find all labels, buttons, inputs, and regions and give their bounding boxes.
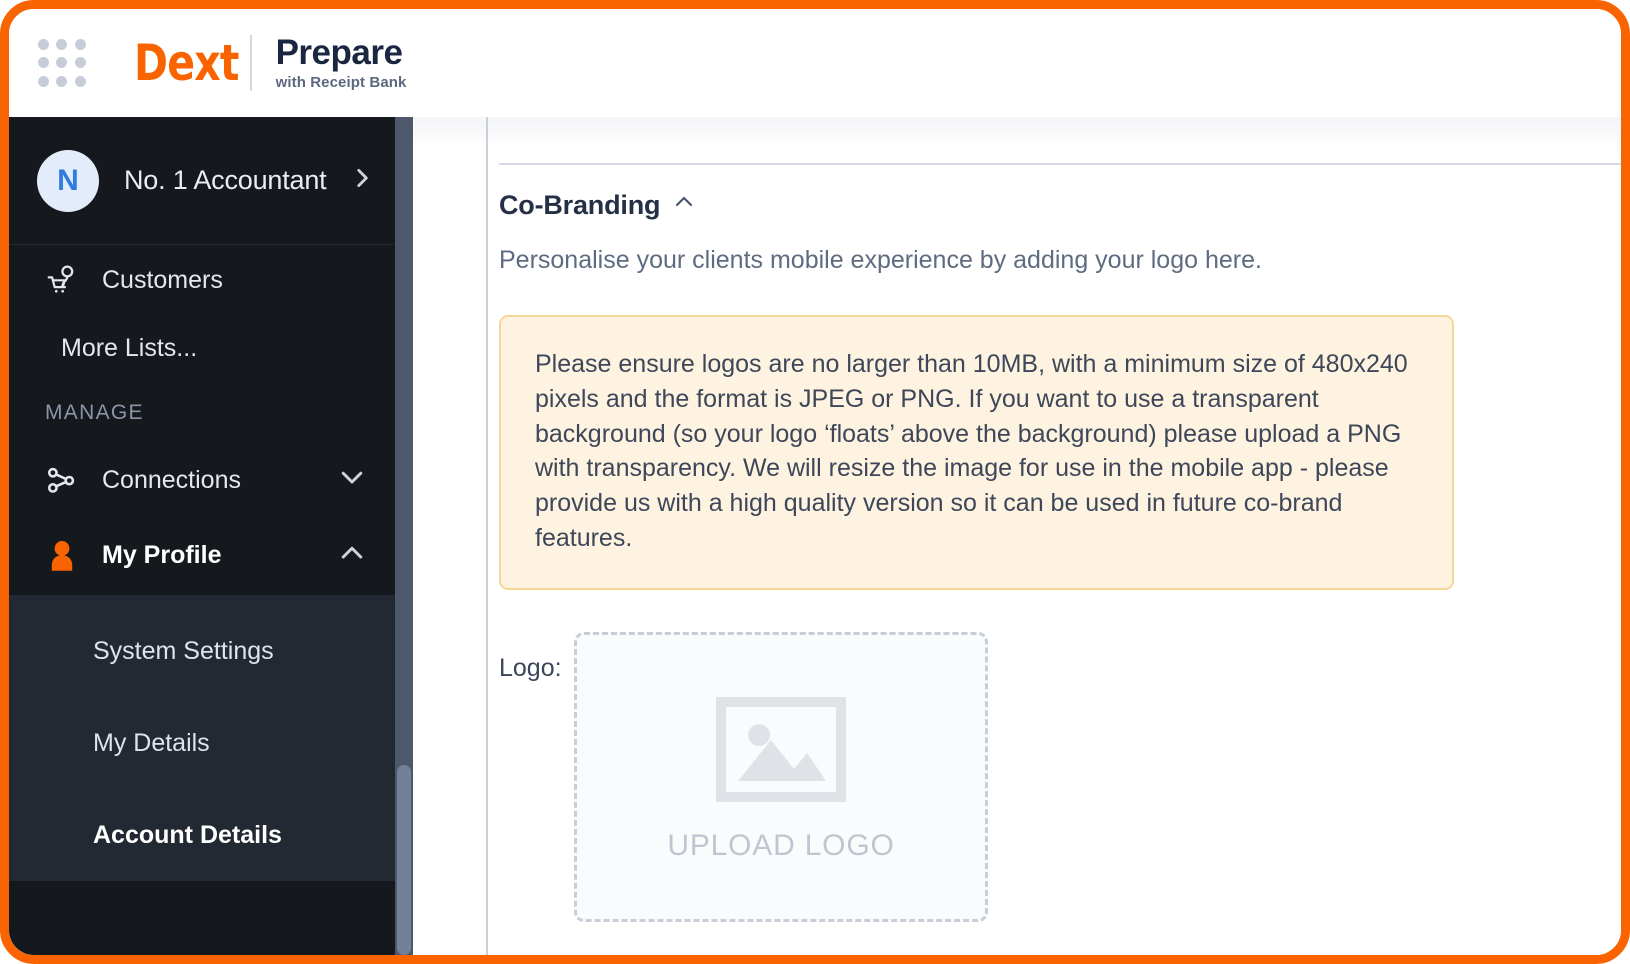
sidebar-item-my-details[interactable]: My Details bbox=[9, 697, 413, 789]
content-top-shadow-strip bbox=[413, 117, 1621, 147]
brand-logo[interactable]: Dext Prepare with Receipt Bank bbox=[134, 33, 407, 92]
sidebar-navigation: N No. 1 Accountant Customers More Lists.… bbox=[9, 117, 413, 955]
grid-dot bbox=[74, 75, 86, 87]
logo-field-label: Logo: bbox=[499, 653, 562, 682]
profile-person-icon bbox=[45, 538, 85, 572]
sidebar-submenu-my-profile: System Settings My Details Account Detai… bbox=[9, 595, 413, 881]
connections-share-icon bbox=[45, 463, 85, 497]
app-window-frame: Dext Prepare with Receipt Bank N No. 1 A… bbox=[0, 0, 1630, 964]
sidebar-item-label: Customers bbox=[102, 265, 223, 294]
top-header-bar: Dext Prepare with Receipt Bank bbox=[9, 9, 1621, 117]
grid-dot bbox=[74, 39, 86, 50]
image-placeholder-icon bbox=[714, 694, 848, 807]
page-title: Co-Branding bbox=[499, 190, 661, 220]
sidebar-item-more-lists[interactable]: More Lists... bbox=[9, 315, 413, 381]
logo-requirements-notice: Please ensure logos are no larger than 1… bbox=[499, 315, 1454, 590]
sidebar-item-customers[interactable]: Customers bbox=[9, 245, 413, 315]
sidebar-section-heading-manage: MANAGE bbox=[45, 401, 144, 424]
apps-grid-icon[interactable] bbox=[38, 39, 86, 87]
grid-dot bbox=[74, 57, 86, 69]
customers-cart-icon bbox=[45, 263, 85, 297]
upload-logo-label: UPLOAD LOGO bbox=[667, 828, 895, 862]
avatar: N bbox=[37, 149, 99, 212]
product-name: Prepare bbox=[275, 33, 403, 73]
chevron-up-icon[interactable] bbox=[672, 190, 696, 221]
grid-dot bbox=[56, 75, 68, 87]
grid-dot bbox=[38, 57, 49, 69]
app-window-inner: Dext Prepare with Receipt Bank N No. 1 A… bbox=[9, 9, 1621, 955]
product-name-block: Prepare with Receipt Bank bbox=[275, 33, 407, 91]
product-subtitle: with Receipt Bank bbox=[275, 73, 407, 91]
chevron-up-icon[interactable] bbox=[337, 537, 367, 574]
sidebar-subitem-label: Account Details bbox=[93, 820, 282, 849]
brand-separator bbox=[249, 35, 252, 91]
sidebar-item-account-details[interactable]: Account Details bbox=[9, 789, 413, 881]
sidebar-item-label: Connections bbox=[102, 465, 241, 494]
sidebar-item-label: More Lists... bbox=[61, 333, 198, 362]
sidebar-subitem-label: System Settings bbox=[93, 636, 274, 665]
sidebar-item-label: My Profile bbox=[102, 540, 222, 569]
sidebar-item-system-settings[interactable]: System Settings bbox=[9, 605, 413, 697]
grid-dot bbox=[56, 39, 68, 50]
co-branding-section: Co-Branding Personalise your clients mob… bbox=[499, 163, 1621, 922]
sidebar-scrollbar-thumb[interactable] bbox=[397, 765, 411, 955]
sidebar-profile-switcher[interactable]: N No. 1 Accountant bbox=[9, 117, 413, 245]
dext-wordmark: Dext bbox=[134, 34, 239, 92]
content-left-divider bbox=[486, 117, 488, 955]
sidebar-scrollbar-track[interactable] bbox=[395, 117, 413, 955]
sidebar-item-my-profile[interactable]: My Profile bbox=[9, 515, 413, 595]
grid-dot bbox=[56, 57, 68, 69]
section-subtitle: Personalise your clients mobile experien… bbox=[499, 246, 1262, 274]
sidebar-item-connections[interactable]: Connections bbox=[9, 445, 413, 515]
section-title-row[interactable]: Co-Branding bbox=[499, 190, 1621, 221]
logo-upload-row: Logo: UPLOAD LOGO bbox=[499, 631, 1621, 922]
chevron-right-icon[interactable] bbox=[349, 165, 375, 196]
chevron-down-icon[interactable] bbox=[337, 462, 367, 499]
profile-name: No. 1 Accountant bbox=[124, 165, 327, 195]
upload-logo-dropzone[interactable]: UPLOAD LOGO bbox=[574, 631, 988, 922]
grid-dot bbox=[38, 39, 49, 50]
main-content-area: Co-Branding Personalise your clients mob… bbox=[413, 117, 1621, 955]
sidebar-subitem-label: My Details bbox=[93, 728, 210, 757]
grid-dot bbox=[38, 75, 49, 87]
